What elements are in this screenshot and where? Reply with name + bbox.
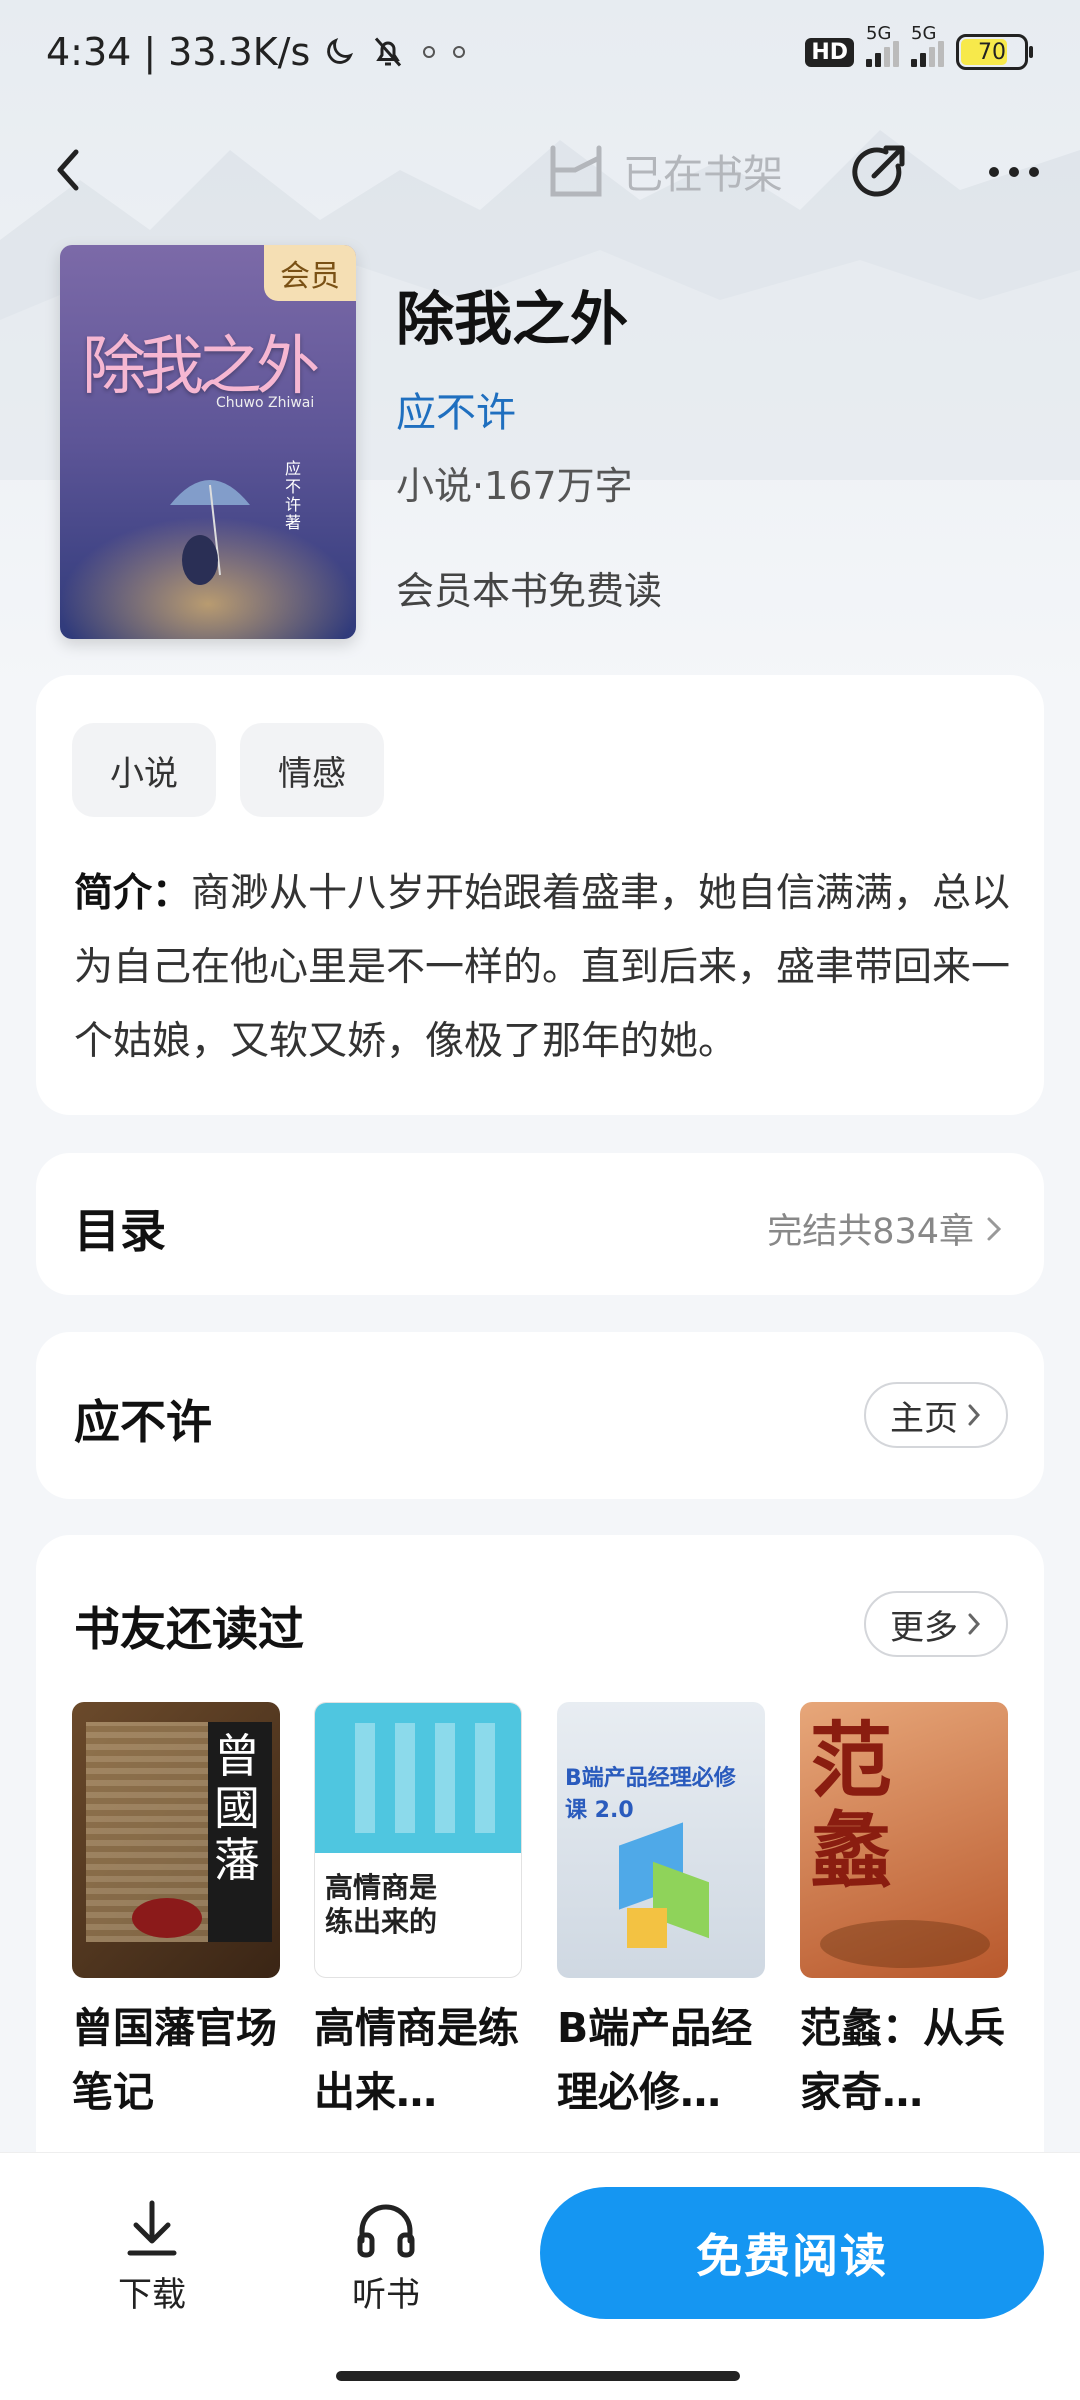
battery-level: 70 (978, 39, 1006, 65)
toc-title: 目录 (74, 1204, 166, 1258)
chevron-right-icon (968, 1613, 981, 1635)
share-icon[interactable] (848, 140, 912, 204)
book-author-link[interactable]: 应不许 (396, 380, 516, 438)
intro-body: 商渺从十八岁开始跟着盛聿，她自信满满，总以为自己在他心里是不一样的。直到后来，盛… (74, 871, 1011, 1064)
rec-cover-text: 范蠡 (810, 1713, 893, 1899)
rec-book[interactable]: 高情商是练出来的 高情商是练出来… (314, 1702, 522, 2124)
book-title: 除我之外 (396, 285, 629, 353)
book-cover-title: 除我之外 (82, 330, 320, 404)
moon-icon (327, 37, 354, 64)
download-button[interactable]: 下载 (92, 2199, 212, 2316)
recs-title: 书友还读过 (74, 1602, 304, 1656)
rec-book-title: B端产品经理必修… (557, 2004, 753, 2116)
status-separator: | (143, 30, 157, 74)
rec-book-title: 曾国藩官场笔记 (72, 2004, 277, 2116)
book-cover-art (60, 245, 356, 639)
status-left: 4:34 | 33.3K/s (46, 30, 468, 74)
more-label: 更多 (890, 1607, 958, 1648)
dot-icon (453, 46, 466, 58)
dot-icon (423, 46, 436, 58)
network-type-label: 5G (911, 23, 937, 44)
on-shelf-button[interactable]: 已在书架 (545, 140, 783, 202)
intro-text[interactable]: 简介：商渺从十八岁开始跟着盛聿，她自信满满，总以为自己在他心里是不一样的。直到后… (74, 857, 1014, 1079)
free-read-button[interactable]: 免费阅读 (540, 2187, 1044, 2319)
home-indicator[interactable] (336, 2371, 740, 2381)
status-speed: 33.3K/s (168, 30, 311, 74)
download-label: 下载 (118, 2275, 186, 2315)
battery-icon: 70 (956, 34, 1033, 70)
rec-book[interactable]: 范蠡 范蠡：从兵家奇… (800, 1702, 1008, 2124)
vip-tag: 会员 (264, 245, 356, 301)
book-meta: 小说·167万字 (396, 464, 633, 508)
rec-book-cover: 高情商是练出来的 (314, 1702, 522, 1978)
intro-card: 小说 情感 简介：商渺从十八岁开始跟着盛聿，她自信满满，总以为自己在他心里是不一… (36, 675, 1044, 1115)
rec-cover-text: B端产品经理必修课 2.0 (565, 1766, 736, 1823)
top-nav: 已在书架 (0, 120, 1080, 220)
rec-cover-text: 曾國藩 (214, 1729, 260, 1887)
toc-status: 完结共834章 (767, 1203, 1004, 1254)
signal-icon: 5G (911, 23, 944, 67)
listen-label: 听书 (352, 2275, 420, 2315)
intro-label: 简介： (74, 871, 192, 916)
toc-card[interactable]: 目录 完结共834章 (36, 1153, 1044, 1295)
toc-status-text: 完结共834章 (767, 1212, 974, 1252)
tag-novel[interactable]: 小说 (72, 723, 216, 817)
rec-book-title: 高情商是练出来… (314, 2004, 519, 2116)
rec-book-cover: 范蠡 (800, 1702, 1008, 1978)
rec-book[interactable]: B端产品经理必修课 2.0 B端产品经理必修… (557, 1702, 765, 2124)
signal-icon: 5G (866, 23, 899, 67)
author-name: 应不许 (74, 1395, 212, 1449)
mute-icon (375, 37, 402, 67)
status-time: 4:34 (46, 30, 132, 74)
chevron-right-icon (987, 1217, 1002, 1240)
book-cover-author: 应不许 著 (285, 459, 302, 532)
status-bar: 4:34 | 33.3K/s HD 5G 5G 70 (0, 0, 1080, 110)
more-icon[interactable] (984, 142, 1044, 202)
hd-badge: HD (805, 37, 854, 67)
rec-book-title: 范蠡：从兵家奇… (800, 2004, 1005, 2116)
network-type-label: 5G (866, 23, 892, 44)
headphones-icon (357, 2204, 415, 2258)
bookshelf-icon (550, 145, 602, 197)
author-home-label: 主页 (890, 1398, 958, 1439)
status-right: HD 5G 5G 70 (805, 23, 1033, 70)
on-shelf-label: 已在书架 (623, 152, 783, 198)
rec-cover-text: 高情商是练出来的 (325, 1871, 438, 1938)
tag-romance[interactable]: 情感 (240, 723, 384, 817)
more-button[interactable]: 更多 (864, 1591, 1008, 1657)
download-icon (127, 2200, 177, 2256)
bottom-action-bar: 下载 听书 免费阅读 (0, 2152, 1080, 2400)
listen-button[interactable]: 听书 (326, 2199, 446, 2316)
recommendations-card: 书友还读过 更多 曾國藩 曾国藩官场笔记 高情商是练出来的 高情商是练出来… B… (36, 1535, 1044, 2175)
back-icon[interactable] (40, 140, 100, 200)
vip-free-note: 会员本书免费读 (396, 569, 663, 613)
rec-book-cover: B端产品经理必修课 2.0 (557, 1702, 765, 1978)
book-cover-pinyin: Chuwo Zhiwai (216, 395, 315, 411)
author-card: 应不许 主页 (36, 1332, 1044, 1499)
rec-book[interactable]: 曾國藩 曾国藩官场笔记 (72, 1702, 280, 2124)
chevron-right-icon (968, 1404, 981, 1426)
rec-book-cover: 曾國藩 (72, 1702, 280, 1978)
author-home-button[interactable]: 主页 (864, 1382, 1008, 1448)
book-cover[interactable]: 除我之外 Chuwo Zhiwai 应不许 著 会员 (60, 245, 356, 639)
